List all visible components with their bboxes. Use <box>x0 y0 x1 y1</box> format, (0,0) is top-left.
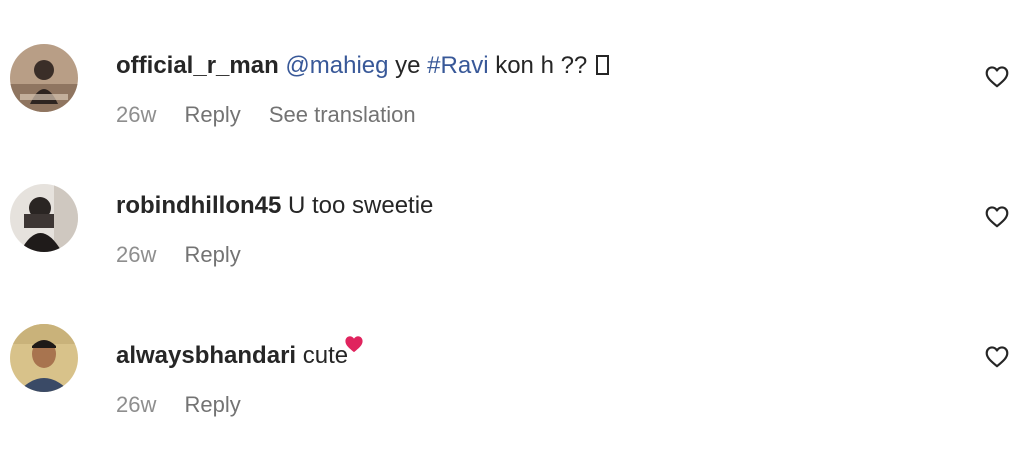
heart-outline-icon <box>985 66 1009 88</box>
comment-text-part: cute <box>296 342 349 369</box>
reply-button[interactable]: Reply <box>184 242 240 267</box>
avatar[interactable] <box>10 324 78 392</box>
comment-meta: 26w Reply See translation <box>116 102 944 128</box>
avatar[interactable] <box>10 44 78 112</box>
comment-item: alwaysbhandari cute 26w Reply <box>0 320 1024 430</box>
avatar[interactable] <box>10 184 78 252</box>
comment-meta: 26w Reply <box>116 392 944 418</box>
like-button[interactable] <box>984 344 1010 370</box>
red-heart-emoji-icon <box>344 330 364 362</box>
comment-username[interactable]: official_r_man <box>116 52 279 79</box>
avatar-photo-icon <box>10 44 78 112</box>
comment-username[interactable]: robindhillon45 <box>116 192 281 219</box>
comment-timestamp[interactable]: 26w <box>116 102 156 127</box>
comment-body: alwaysbhandari cute 26w Reply <box>116 330 944 418</box>
comment-text: robindhillon45 U too sweetie <box>116 190 944 222</box>
comment-username[interactable]: alwaysbhandari <box>116 342 296 369</box>
heart-outline-icon <box>985 346 1009 368</box>
comment-item: robindhillon45 U too sweetie 26w Reply <box>0 180 1024 290</box>
comment-mention[interactable]: @mahieg <box>285 52 388 79</box>
reply-button[interactable]: Reply <box>184 102 240 127</box>
heart-outline-icon <box>985 206 1009 228</box>
comment-body: robindhillon45 U too sweetie 26w Reply <box>116 190 944 268</box>
comment-item: official_r_man @mahieg ye #Ravi kon h ??… <box>0 40 1024 150</box>
comment-text-part: ye <box>388 52 428 79</box>
comment-timestamp[interactable]: 26w <box>116 392 156 417</box>
missing-glyph-icon <box>595 55 609 75</box>
see-translation-button[interactable]: See translation <box>269 102 416 127</box>
like-button[interactable] <box>984 64 1010 90</box>
comment-hashtag[interactable]: #Ravi <box>427 52 488 79</box>
comment-timestamp[interactable]: 26w <box>116 242 156 267</box>
comment-text-part: U too sweetie <box>281 192 434 219</box>
reply-button[interactable]: Reply <box>184 392 240 417</box>
comment-meta: 26w Reply <box>116 242 944 268</box>
comment-body: official_r_man @mahieg ye #Ravi kon h ??… <box>116 50 944 128</box>
avatar-photo-icon <box>10 184 78 252</box>
comment-text: alwaysbhandari cute <box>116 330 944 372</box>
comment-text: official_r_man @mahieg ye #Ravi kon h ?? <box>116 50 944 82</box>
like-button[interactable] <box>984 204 1010 230</box>
comment-text-part: kon h ?? <box>488 52 594 79</box>
avatar-photo-icon <box>10 324 78 392</box>
comments-list: official_r_man @mahieg ye #Ravi kon h ??… <box>0 0 1024 457</box>
